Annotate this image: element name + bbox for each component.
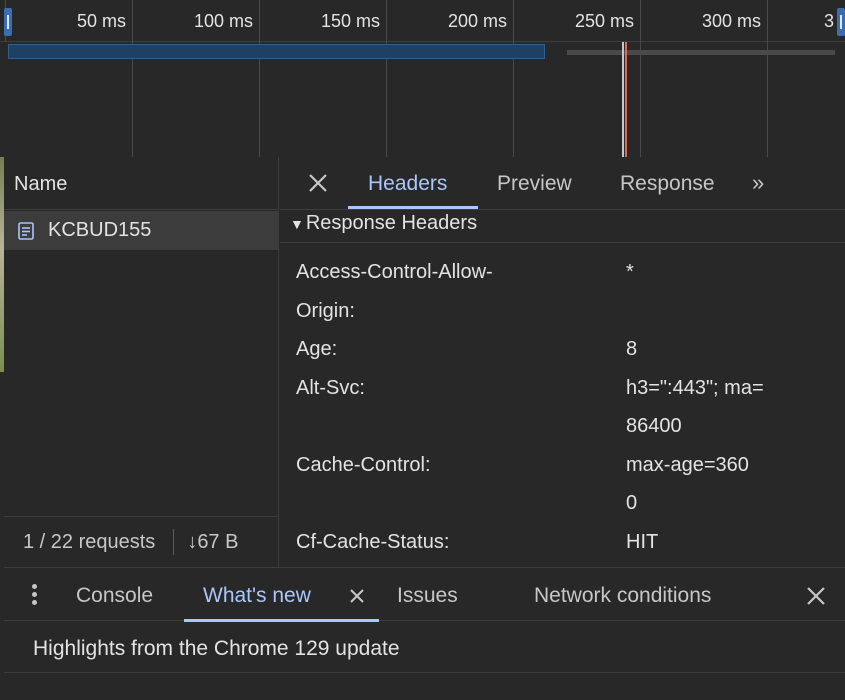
document-icon	[16, 221, 36, 241]
timeline-gridline	[767, 42, 768, 157]
name-column-header[interactable]: Name	[4, 157, 278, 210]
header-name: Cf-Cache-Status:	[296, 523, 626, 562]
drawer-tab-network-conditions[interactable]: Network conditions	[534, 584, 711, 608]
close-tab-icon[interactable]	[347, 586, 367, 606]
highlights-heading: Highlights from the Chrome 129 update	[33, 637, 400, 661]
network-overview-timeline[interactable]: 50 ms 100 ms 150 ms 200 ms 250 ms 300 ms…	[0, 0, 845, 157]
network-summary-bar: 1 / 22 requests ↓67 B	[4, 516, 278, 567]
request-details-panel: Headers Preview Response » ▼ Response He…	[280, 157, 845, 567]
drawer-tab-issues[interactable]: Issues	[397, 584, 458, 608]
timeline-gridline	[640, 42, 641, 157]
timeline-tick: 300 ms	[640, 0, 767, 42]
close-drawer-icon[interactable]	[804, 584, 828, 608]
dom-content-loaded-marker	[622, 42, 624, 157]
header-name: Access-Control-Allow-Origin:	[296, 253, 626, 330]
timeline-ruler: 50 ms 100 ms 150 ms 200 ms 250 ms 300 ms…	[0, 0, 845, 42]
section-title: Response Headers	[306, 212, 477, 235]
tab-preview[interactable]: Preview	[497, 172, 572, 196]
header-name: Alt-Svc:	[296, 369, 626, 446]
timeline-gridline	[259, 42, 260, 157]
header-row: Access-Control-Allow-Origin: *	[296, 253, 836, 330]
request-list-panel: Name KCBUD155 1 / 22 requests ↓67 B	[4, 157, 279, 567]
close-icon[interactable]	[306, 171, 330, 195]
header-value: HIT	[626, 523, 766, 562]
header-row: Cf-Cache-Status: HIT	[296, 523, 836, 562]
timeline-tick: 200 ms	[386, 0, 513, 42]
header-value: *	[626, 253, 766, 330]
header-row: Age: 8	[296, 330, 836, 369]
drawer-tab-bar: Console What's new Issues Network condit…	[4, 567, 845, 621]
whats-new-panel: Highlights from the Chrome 129 update	[4, 622, 845, 700]
header-row: Cache-Control: max-age=3600	[296, 446, 836, 523]
timeline-right-handle[interactable]	[837, 8, 845, 36]
more-tabs-chevron-icon[interactable]: »	[752, 170, 761, 196]
timeline-tick: 150 ms	[259, 0, 386, 42]
load-event-marker	[625, 42, 627, 157]
timeline-gridline	[386, 42, 387, 157]
timeline-tick: 250 ms	[513, 0, 640, 42]
timeline-tick: 3	[767, 0, 845, 42]
header-name: Cache-Control:	[296, 446, 626, 523]
triangle-down-icon: ▼	[290, 216, 304, 232]
divider	[4, 672, 845, 673]
tab-headers[interactable]: Headers	[368, 172, 447, 196]
timeline-gridline	[513, 42, 514, 157]
drawer-tab-console[interactable]: Console	[76, 584, 153, 608]
timeline-tick: 50 ms	[5, 0, 132, 42]
header-value: h3=":443"; ma=86400	[626, 369, 766, 446]
request-name: KCBUD155	[48, 219, 151, 242]
request-row[interactable]: KCBUD155	[4, 211, 278, 250]
drawer-tab-whats-new[interactable]: What's new	[203, 584, 311, 608]
tab-response[interactable]: Response	[620, 172, 715, 196]
timeline-left-handle[interactable]	[4, 8, 12, 36]
more-options-icon[interactable]	[27, 583, 41, 607]
waterfall-bar-secondary	[567, 50, 835, 55]
header-row: Alt-Svc: h3=":443"; ma=86400	[296, 369, 836, 446]
header-value: max-age=3600	[626, 446, 751, 523]
header-value: 8	[626, 330, 766, 369]
header-name: Age:	[296, 330, 626, 369]
timeline-gridline	[132, 42, 133, 157]
response-headers-list: Access-Control-Allow-Origin: * Age: 8 Al…	[296, 253, 836, 561]
waterfall-bar	[8, 44, 545, 59]
details-tab-bar: Headers Preview Response »	[280, 157, 845, 210]
transferred-size: ↓67 B	[174, 531, 238, 554]
response-headers-section-toggle[interactable]: ▼ Response Headers	[280, 205, 845, 243]
timeline-tick: 100 ms	[132, 0, 259, 42]
request-count: 1 / 22 requests	[4, 529, 174, 555]
